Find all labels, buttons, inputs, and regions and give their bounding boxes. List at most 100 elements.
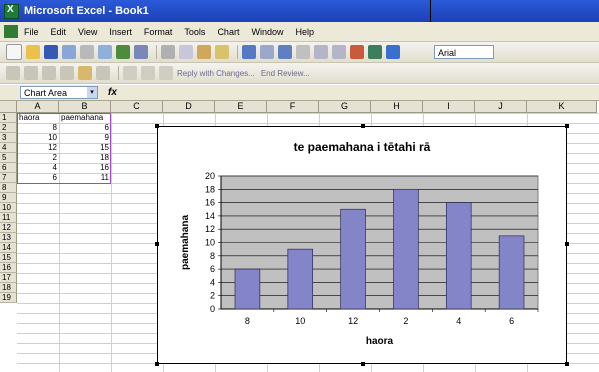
row-header[interactable]: 5 — [0, 153, 17, 163]
row-header[interactable]: 3 — [0, 133, 17, 143]
column-header-k[interactable]: K — [527, 101, 597, 113]
resize-handle[interactable] — [155, 124, 159, 128]
row-header[interactable]: 12 — [0, 223, 17, 233]
menu-help[interactable]: Help — [295, 27, 314, 37]
select-all-corner[interactable] — [0, 101, 17, 113]
resize-handle[interactable] — [155, 362, 159, 366]
new-icon[interactable] — [6, 44, 22, 60]
sort-descending-icon[interactable] — [332, 45, 346, 59]
row-header[interactable]: 8 — [0, 183, 17, 193]
menu-edit[interactable]: Edit — [51, 27, 67, 37]
row-header[interactable]: 1 — [0, 113, 17, 123]
y-tick-label: 0 — [210, 304, 215, 314]
y-tick-label: 18 — [205, 184, 215, 194]
reviewing-icon[interactable] — [123, 66, 137, 80]
row-header[interactable]: 10 — [0, 203, 17, 213]
undo-icon[interactable] — [242, 45, 256, 59]
sort-ascending-icon[interactable] — [314, 45, 328, 59]
column-header-g[interactable]: G — [319, 101, 371, 113]
chart-area[interactable]: te paemahana i tētahi rā 0 2 4 6 8 10 12 14 16 18… — [155, 124, 569, 366]
column-header-b[interactable]: B — [59, 101, 111, 113]
column-header-f[interactable]: F — [267, 101, 319, 113]
end-review-button[interactable]: End Review... — [261, 69, 310, 78]
row-header[interactable]: 9 — [0, 193, 17, 203]
window-title: Microsoft Excel - Book1 — [24, 5, 149, 17]
row-header[interactable]: 16 — [0, 263, 17, 273]
copy-icon[interactable] — [179, 45, 193, 59]
column-header-h[interactable]: H — [371, 101, 423, 113]
row-header[interactable]: 13 — [0, 233, 17, 243]
row-header[interactable]: 4 — [0, 143, 17, 153]
menu-insert[interactable]: Insert — [109, 27, 132, 37]
print-preview-icon[interactable] — [98, 45, 112, 59]
cut-icon[interactable] — [161, 45, 175, 59]
x-tick-label: 4 — [456, 316, 461, 326]
column-header-j[interactable]: J — [475, 101, 527, 113]
bar — [445, 202, 472, 310]
y-tick-label: 4 — [210, 277, 215, 287]
reviewing-icon[interactable] — [78, 66, 92, 80]
name-box[interactable]: Chart Area ▾ — [20, 86, 98, 99]
x-tick-label: 12 — [348, 316, 358, 326]
bar — [498, 235, 525, 310]
reviewing-icon[interactable] — [24, 66, 38, 80]
column-header-i[interactable]: I — [423, 101, 475, 113]
menu-chart[interactable]: Chart — [217, 27, 239, 37]
print-icon[interactable] — [80, 45, 94, 59]
redo-icon[interactable] — [260, 45, 274, 59]
resize-handle[interactable] — [565, 124, 569, 128]
chevron-down-icon[interactable]: ▾ — [87, 87, 97, 98]
hyperlink-icon[interactable] — [278, 45, 292, 59]
resize-handle[interactable] — [361, 362, 365, 366]
menu-format[interactable]: Format — [144, 27, 173, 37]
x-tick-label: 6 — [509, 316, 514, 326]
row-header[interactable]: 15 — [0, 253, 17, 263]
row-header[interactable]: 6 — [0, 163, 17, 173]
save-icon[interactable] — [44, 45, 58, 59]
font-name-field[interactable]: Arial — [434, 45, 494, 59]
column-header-a[interactable]: A — [17, 101, 59, 113]
x-tick-label: 10 — [295, 316, 305, 326]
format-painter-icon[interactable] — [215, 45, 229, 59]
open-icon[interactable] — [26, 45, 40, 59]
reviewing-icon[interactable] — [96, 66, 110, 80]
spelling-icon[interactable] — [116, 45, 130, 59]
research-icon[interactable] — [134, 45, 148, 59]
bar — [287, 248, 314, 310]
paste-icon[interactable] — [197, 45, 211, 59]
reviewing-icon[interactable] — [42, 66, 56, 80]
column-header-d[interactable]: D — [163, 101, 215, 113]
y-tick-label: 14 — [205, 211, 215, 221]
row-header[interactable]: 11 — [0, 213, 17, 223]
menu-file[interactable]: File — [24, 27, 39, 37]
function-icon[interactable]: fx — [108, 87, 117, 98]
row-header[interactable]: 7 — [0, 173, 17, 183]
reply-with-changes-button[interactable]: Reply with Changes... — [177, 69, 255, 78]
drawing-icon[interactable] — [368, 45, 382, 59]
reviewing-icon[interactable] — [6, 66, 20, 80]
help-icon[interactable] — [386, 45, 400, 59]
menu-tools[interactable]: Tools — [184, 27, 205, 37]
row-header[interactable]: 14 — [0, 243, 17, 253]
resize-handle[interactable] — [565, 242, 569, 246]
reviewing-icon[interactable] — [159, 66, 173, 80]
row-header[interactable]: 2 — [0, 123, 17, 133]
resize-handle[interactable] — [565, 362, 569, 366]
autosum-icon[interactable] — [296, 45, 310, 59]
menu-view[interactable]: View — [78, 27, 97, 37]
permission-icon[interactable] — [62, 45, 76, 59]
row-header[interactable]: 17 — [0, 273, 17, 283]
workbook-icon[interactable] — [4, 25, 18, 38]
reviewing-icon[interactable] — [141, 66, 155, 80]
row-header[interactable]: 19 — [0, 293, 17, 303]
column-header-c[interactable]: C — [111, 101, 163, 113]
y-tick-label: 12 — [205, 224, 215, 234]
row-header[interactable]: 18 — [0, 283, 17, 293]
resize-handle[interactable] — [155, 242, 159, 246]
column-header-e[interactable]: E — [215, 101, 267, 113]
menu-window[interactable]: Window — [251, 27, 283, 37]
reviewing-icon[interactable] — [60, 66, 74, 80]
resize-handle[interactable] — [361, 124, 365, 128]
y-tick-label: 2 — [210, 291, 215, 301]
chart-wizard-icon[interactable] — [350, 45, 364, 59]
